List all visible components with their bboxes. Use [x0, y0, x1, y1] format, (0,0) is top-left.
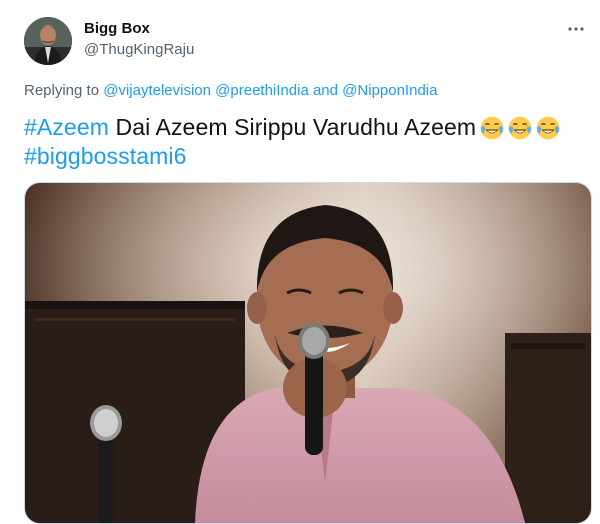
avatar[interactable]: [24, 17, 72, 65]
replying-to-label: Replying to: [24, 82, 100, 99]
author-name[interactable]: Bigg Box: [84, 20, 150, 37]
mention-link[interactable]: @vijaytelevision: [103, 82, 211, 99]
hashtag-link[interactable]: #Azeem: [24, 114, 109, 140]
hashtag-link[interactable]: #biggbosstami6: [24, 143, 187, 169]
avatar-image: [24, 17, 72, 65]
tweet-body: Dai Azeem Sirippu Varudhu Azeem: [115, 114, 477, 140]
more-horizontal-icon: [568, 27, 584, 31]
tears-of-joy-emoji-icon: [480, 116, 504, 140]
tears-of-joy-emoji-icon: [536, 116, 560, 140]
author-handle[interactable]: @ThugKingRaju: [84, 41, 194, 58]
and-text: and: [312, 82, 338, 99]
tweet-media[interactable]: [24, 182, 592, 524]
mention-link[interactable]: @NipponIndia: [342, 82, 437, 99]
photo-singer-with-microphone: [25, 183, 591, 523]
replying-to: Replying to @vijaytelevision @preethiInd…: [24, 82, 437, 99]
tweet-text: #Azeem Dai Azeem Sirippu Varudhu Azeem #…: [24, 113, 584, 171]
mention-link[interactable]: @preethiIndia: [215, 82, 309, 99]
tears-of-joy-emoji-icon: [508, 116, 532, 140]
more-button[interactable]: [565, 18, 587, 40]
